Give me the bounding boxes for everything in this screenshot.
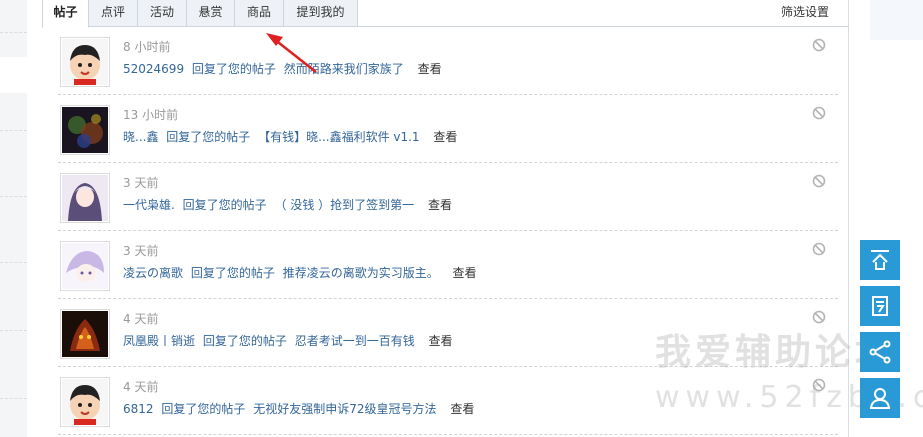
document-button[interactable] (860, 286, 900, 326)
view-link[interactable]: 查看 (428, 198, 452, 212)
notification-text: 一代枭雄. 回复了您的帖子 （ 没钱 ）抢到了签到第一 查看 (123, 196, 452, 213)
notification-time: 8 小时前 (123, 40, 171, 54)
notification-text: 6812 回复了您的帖子 无视好友强制申诉72级皇冠号方法 查看 (123, 400, 474, 417)
tab-bar: 帖子 点评 活动 悬赏 商品 提到我的 筛选设置 (42, 0, 849, 28)
view-link[interactable]: 查看 (429, 334, 453, 348)
anime-lavender-avatar (62, 243, 108, 289)
avatar[interactable] (60, 377, 110, 427)
user-link[interactable]: 6812 (123, 402, 154, 416)
cartoon-boy-avatar (62, 379, 108, 425)
avatar[interactable] (60, 105, 110, 155)
action-text: 回复了您的帖子 (190, 266, 275, 280)
block-icon[interactable] (812, 174, 826, 188)
share-button[interactable] (860, 332, 900, 372)
block-icon[interactable] (812, 242, 826, 256)
divider (0, 32, 27, 33)
divider (0, 330, 27, 331)
action-text: 回复了您的帖子 (161, 402, 246, 416)
action-text: 回复了您的帖子 (166, 130, 251, 144)
dark-abstract-avatar (62, 107, 108, 153)
back-to-top-button[interactable] (860, 240, 900, 280)
post-title-link[interactable]: 忍者考试一到一百有钱 (295, 334, 415, 348)
tab-mentions[interactable]: 提到我的 (283, 0, 358, 27)
avatar[interactable] (60, 241, 110, 291)
action-text: 回复了您的帖子 (182, 198, 267, 212)
view-link[interactable]: 查看 (433, 130, 457, 144)
user-link[interactable]: 晓...鑫 (123, 130, 158, 144)
notification-time: 4 天前 (123, 380, 159, 394)
post-title-link[interactable]: 推荐凌云の离歌为实习版主。 (283, 266, 439, 280)
view-link[interactable]: 查看 (453, 266, 477, 280)
tab-goods[interactable]: 商品 (234, 0, 284, 27)
watermark-title: 我爱辅助论坛 (655, 332, 896, 373)
notification-text: 凤凰殿丨销逝 回复了您的帖子 忍者考试一到一百有钱 查看 (123, 332, 453, 349)
document-icon (872, 296, 888, 316)
share-icon (869, 340, 891, 364)
divider (0, 398, 27, 399)
block-icon[interactable] (812, 310, 826, 324)
contact-button[interactable] (860, 378, 900, 418)
notification-time: 3 天前 (123, 176, 159, 190)
sidebar-gap (0, 57, 27, 93)
list-item: 3 天前 一代枭雄. 回复了您的帖子 （ 没钱 ）抢到了签到第一 查看 (58, 163, 838, 231)
anime-girl-avatar (62, 175, 108, 221)
user-link[interactable]: 凌云の离歌 (123, 266, 183, 280)
view-link[interactable]: 查看 (450, 402, 474, 416)
tab-comments[interactable]: 点评 (88, 0, 138, 27)
block-icon[interactable] (812, 38, 826, 52)
notification-time: 4 天前 (123, 312, 159, 326)
fire-monster-avatar (62, 311, 108, 357)
left-sidebar-strip (0, 0, 27, 437)
notification-text: 晓...鑫 回复了您的帖子 【有钱】晓...鑫福利软件 v1.1 查看 (123, 128, 457, 145)
user-link[interactable]: 一代枭雄. (123, 198, 175, 212)
divider (0, 196, 27, 197)
list-item: 8 小时前 52024699 回复了您的帖子 然而陌路来我们家族了 查看 (58, 27, 838, 95)
cartoon-boy-avatar (62, 39, 108, 85)
avatar[interactable] (60, 37, 110, 87)
notification-text: 52024699 回复了您的帖子 然而陌路来我们家族了 查看 (123, 60, 442, 77)
divider (0, 130, 27, 131)
contact-icon (869, 388, 891, 409)
tab-activities[interactable]: 活动 (137, 0, 187, 27)
notification-time: 13 小时前 (123, 108, 179, 122)
filter-settings-link[interactable]: 筛选设置 (781, 3, 829, 20)
notification-text: 凌云の离歌 回复了您的帖子 推荐凌云の离歌为实习版主。 查看 (123, 264, 477, 281)
user-link[interactable]: 52024699 (123, 62, 184, 76)
back-to-top-icon (871, 250, 889, 270)
list-item: 3 天前 凌云の离歌 回复了您的帖子 推荐凌云の离歌为实习版主。 查看 (58, 231, 838, 299)
user-link[interactable]: 凤凰殿丨销逝 (123, 334, 195, 348)
notification-time: 3 天前 (123, 244, 159, 258)
avatar[interactable] (60, 309, 110, 359)
tab-posts[interactable]: 帖子 (42, 0, 89, 28)
post-title-link[interactable]: 然而陌路来我们家族了 (284, 62, 404, 76)
post-title-link[interactable]: （ 没钱 ）抢到了签到第一 (275, 198, 415, 212)
view-link[interactable]: 查看 (418, 62, 442, 76)
tab-rewards[interactable]: 悬赏 (186, 0, 235, 27)
avatar[interactable] (60, 173, 110, 223)
post-title-link[interactable]: 无视好友强制申诉72级皇冠号方法 (253, 402, 436, 416)
action-text: 回复了您的帖子 (202, 334, 287, 348)
divider (0, 262, 27, 263)
block-icon[interactable] (812, 106, 826, 120)
list-item: 13 小时前 晓...鑫 回复了您的帖子 【有钱】晓...鑫福利软件 v1.1 … (58, 95, 838, 163)
action-text: 回复了您的帖子 (191, 62, 276, 76)
post-title-link[interactable]: 【有钱】晓...鑫福利软件 v1.1 (258, 130, 419, 144)
